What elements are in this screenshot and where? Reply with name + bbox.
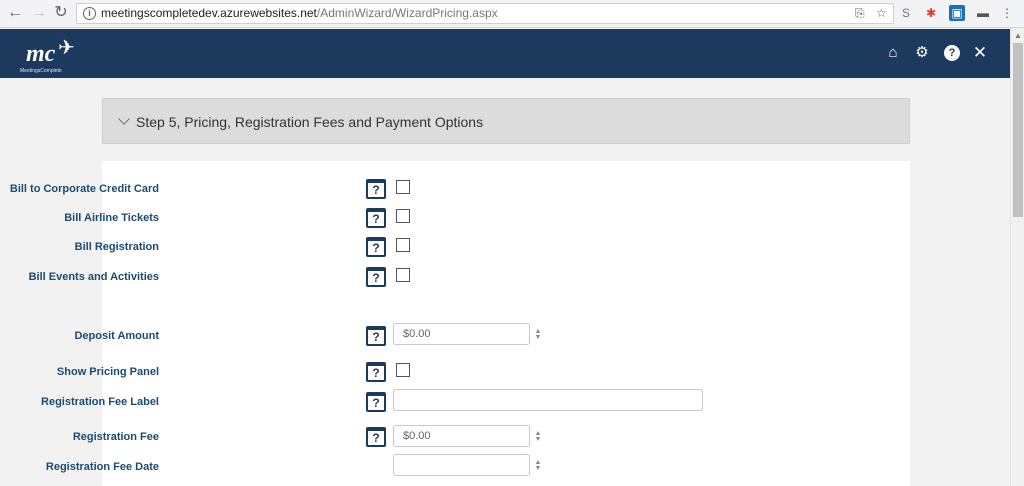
home-icon[interactable]: ⌂ (885, 45, 901, 61)
help-button[interactable]: ? (366, 326, 386, 346)
bill-airline-checkbox[interactable] (396, 209, 410, 223)
pricing-form: Bill to Corporate Credit Card ? Bill Air… (10, 161, 910, 486)
back-icon[interactable]: ← (6, 4, 24, 22)
scroll-up-icon[interactable]: ▲ (1014, 31, 1022, 40)
url-host: meetingscompletedev.azurewebsites.net (101, 6, 317, 20)
reg-fee-date-input[interactable] (393, 454, 530, 476)
bill-corporate-label: Bill to Corporate Credit Card (9, 183, 159, 195)
help-button[interactable]: ? (366, 267, 386, 287)
scrollbar[interactable]: ▲ (1010, 29, 1024, 486)
extension-asterisk-icon[interactable]: ✱ (923, 5, 939, 21)
info-icon[interactable]: i (83, 7, 96, 20)
translate-icon[interactable]: ⎘ (855, 6, 865, 21)
help-button[interactable]: ? (366, 427, 386, 447)
bill-registration-label: Bill Registration (74, 241, 159, 253)
reg-fee-label-input[interactable] (393, 389, 703, 411)
help-icon[interactable]: ? (944, 45, 960, 61)
forward-icon[interactable]: → (30, 4, 48, 22)
show-pricing-checkbox[interactable] (396, 363, 410, 377)
plane-icon: ✈ (58, 37, 75, 59)
close-icon[interactable]: ✕ (972, 44, 988, 61)
extension-window-icon[interactable]: ▣ (949, 5, 965, 21)
spinner-icon[interactable]: ▲ ▼ (533, 459, 543, 472)
help-button[interactable]: ? (366, 179, 386, 199)
reg-fee-date-label: Registration Fee Date (45, 461, 159, 473)
url-path: /AdminWizard/WizardPricing.aspx (316, 6, 498, 20)
bill-events-label: Bill Events and Activities (28, 271, 159, 283)
chevron-down-icon[interactable] (118, 113, 130, 125)
url-text: meetingscompletedev.azurewebsites.net/Ad… (101, 6, 498, 20)
show-pricing-label: Show Pricing Panel (56, 366, 159, 378)
reg-fee-label: Registration Fee (72, 431, 159, 443)
menu-icon[interactable]: ⋮ (999, 5, 1015, 21)
bill-events-checkbox[interactable] (396, 268, 410, 282)
spinner-icon[interactable]: ▲ ▼ (533, 430, 543, 443)
logo-mark: mc (26, 41, 56, 67)
reg-fee-label-label: Registration Fee Label (41, 396, 159, 408)
star-icon[interactable]: ☆ (876, 6, 887, 20)
reg-fee-input[interactable]: $0.00 (393, 425, 530, 447)
scroll-thumb[interactable] (1013, 43, 1023, 217)
bill-airline-label: Bill Airline Tickets (64, 212, 159, 224)
extension-keyboard-icon[interactable]: ▬ (975, 5, 991, 21)
gear-icon[interactable]: ⚙ (914, 45, 930, 61)
extension-s-icon[interactable]: S (898, 5, 914, 21)
bill-registration-checkbox[interactable] (396, 238, 410, 252)
app-header: mc ✈ MeetingsComplete ⌂ ⚙ ? ✕ (0, 29, 1010, 78)
logo-subtext: MeetingsComplete (20, 68, 62, 74)
step-panel-header[interactable]: Step 5, Pricing, Registration Fees and P… (102, 98, 910, 144)
help-button[interactable]: ? (366, 392, 386, 412)
reload-icon[interactable]: ↻ (52, 4, 70, 22)
deposit-amount-label: Deposit Amount (74, 330, 159, 342)
help-button[interactable]: ? (366, 208, 386, 228)
spinner-icon[interactable]: ▲ ▼ (533, 328, 543, 341)
help-button[interactable]: ? (366, 362, 386, 382)
address-bar[interactable]: i meetingscompletedev.azurewebsites.net/… (76, 3, 894, 24)
deposit-amount-input[interactable]: $0.00 (393, 323, 530, 345)
browser-toolbar: ← → ↻ i meetingscompletedev.azurewebsite… (0, 0, 1024, 28)
step-title: Step 5, Pricing, Registration Fees and P… (136, 114, 484, 130)
help-button[interactable]: ? (366, 237, 386, 257)
bill-corporate-checkbox[interactable] (396, 180, 410, 194)
